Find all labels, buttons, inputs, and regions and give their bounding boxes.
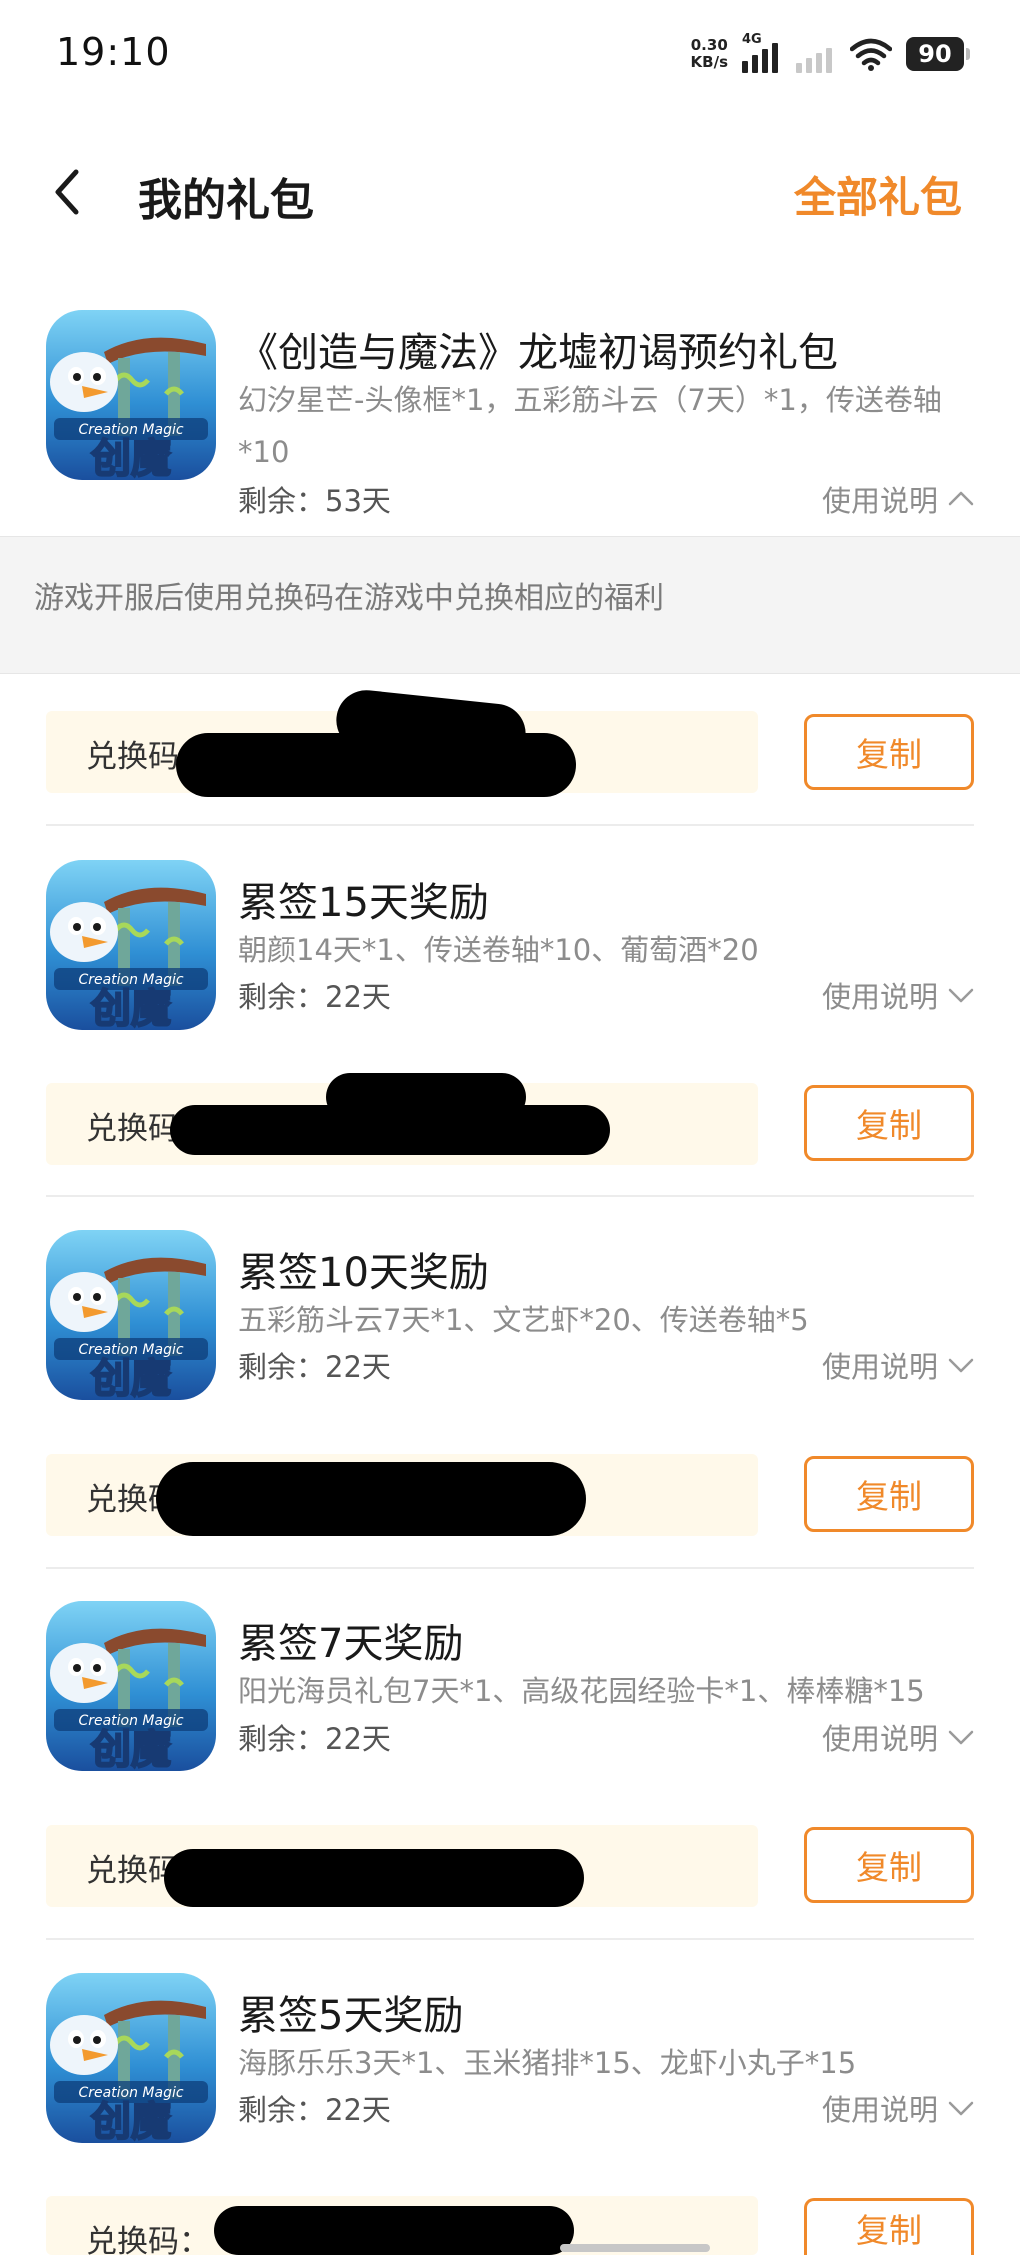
chevron-up-icon xyxy=(946,484,976,514)
chevron-down-icon xyxy=(946,1722,976,1752)
copy-code-button[interactable]: 复制 xyxy=(804,714,974,790)
divider xyxy=(46,1195,974,1197)
chevron-down-icon xyxy=(946,980,976,1010)
usage-instructions-toggle[interactable]: 使用说明 xyxy=(822,2087,976,2129)
gift-title: 《创造与魔法》龙墟初谒预约礼包 xyxy=(238,330,838,376)
redeem-code-field: 兑换码 xyxy=(46,687,758,797)
copy-code-button[interactable]: 复制 xyxy=(804,2198,974,2255)
copy-code-button[interactable]: 复制 xyxy=(804,1085,974,1161)
redeem-code-label: 兑换码 xyxy=(86,739,179,775)
usage-instructions-label: 使用说明 xyxy=(821,1350,938,1384)
gift-items: 海豚乐乐3天*1、玉米猪排*15、龙虾小丸子*15 xyxy=(238,2046,857,2080)
redeem-code-label: 兑换码： xyxy=(86,2224,210,2255)
usage-instructions-label: 使用说明 xyxy=(821,2093,938,2127)
divider xyxy=(46,824,974,826)
all-gifts-link[interactable]: 全部礼包 xyxy=(794,164,962,225)
gift-title: 累签7天奖励 xyxy=(238,1621,464,1667)
divider xyxy=(46,1567,974,1569)
home-indicator[interactable] xyxy=(560,2244,710,2252)
cellular-signal-icon: 4G xyxy=(742,32,782,73)
back-arrow-icon[interactable] xyxy=(46,162,86,222)
battery-level: 90 xyxy=(918,40,952,68)
creation-magic-app-icon xyxy=(46,1601,216,1771)
gift-remaining: 剩余：22天 xyxy=(238,1350,391,1384)
creation-magic-app-icon xyxy=(46,1973,216,2143)
usage-instructions-label: 使用说明 xyxy=(821,980,938,1014)
divider xyxy=(46,1938,974,1940)
status-bar: 19:10 0.30 KB/s 4G 90 xyxy=(0,0,1020,110)
chevron-down-icon xyxy=(946,2093,976,2123)
usage-instructions-toggle[interactable]: 使用说明 xyxy=(822,1716,976,1758)
creation-magic-app-icon xyxy=(46,1230,216,1400)
usage-instructions-label: 使用说明 xyxy=(821,1722,938,1756)
redacted-code xyxy=(164,1849,584,1907)
gift-title: 累签10天奖励 xyxy=(238,1250,489,1296)
navigation-header: 我的礼包 全部礼包 xyxy=(0,148,1020,236)
redeem-code-field: 兑换码 xyxy=(46,1454,758,1536)
network-speed-value: 0.30 xyxy=(690,36,728,54)
usage-instructions-label: 使用说明 xyxy=(821,484,938,518)
usage-explanation-panel: 游戏开服后使用兑换码在游戏中兑换相应的福利 xyxy=(0,536,1020,674)
usage-instructions-toggle[interactable]: 使用说明 xyxy=(822,974,976,1016)
copy-code-button[interactable]: 复制 xyxy=(804,1827,974,1903)
gift-title: 累签5天奖励 xyxy=(238,1993,464,2039)
chevron-down-icon xyxy=(946,1350,976,1380)
battery-icon: 90 xyxy=(906,37,970,71)
gift-title: 累签15天奖励 xyxy=(238,880,489,926)
usage-explanation-text: 游戏开服后使用兑换码在游戏中兑换相应的福利 xyxy=(34,581,664,616)
page-title: 我的礼包 xyxy=(138,175,314,226)
copy-code-button[interactable]: 复制 xyxy=(804,1456,974,1532)
gift-items: 五彩筋斗云7天*1、文艺虾*20、传送卷轴*5 xyxy=(238,1303,809,1337)
gift-remaining: 剩余：22天 xyxy=(238,2093,391,2127)
redeem-code-field: 兑换码 xyxy=(46,1825,758,1907)
usage-instructions-toggle[interactable]: 使用说明 xyxy=(822,1344,976,1386)
redeem-code-label: 兑换码 xyxy=(86,1111,179,1147)
gift-items: 朝颜14天*1、传送卷轴*10、葡萄酒*20 xyxy=(238,933,759,967)
network-speed-unit: KB/s xyxy=(690,53,728,71)
wifi-icon xyxy=(850,38,892,71)
redacted-code-stroke xyxy=(326,1073,526,1121)
creation-magic-app-icon xyxy=(46,310,216,480)
status-icons: 0.30 KB/s 4G 90 xyxy=(691,32,970,74)
gift-remaining: 剩余：53天 xyxy=(238,484,391,518)
redacted-code xyxy=(156,1462,586,1536)
network-speed: 0.30 KB/s xyxy=(691,37,728,71)
gift-remaining: 剩余：22天 xyxy=(238,980,391,1014)
gift-items: 阳光海员礼包7天*1、高级花园经验卡*1、棒棒糖*15 xyxy=(238,1674,925,1708)
usage-instructions-toggle[interactable]: 使用说明 xyxy=(822,478,976,520)
secondary-signal-icon xyxy=(796,35,836,73)
redeem-code-field: 兑换码 xyxy=(46,1073,758,1165)
redacted-code xyxy=(214,2206,574,2255)
gift-items: 幻汐星芒-头像框*1，五彩筋斗云（7天）*1，传送卷轴*10 xyxy=(238,383,942,469)
creation-magic-app-icon xyxy=(46,860,216,1030)
gift-remaining: 剩余：22天 xyxy=(238,1722,391,1756)
status-time: 19:10 xyxy=(56,30,171,74)
